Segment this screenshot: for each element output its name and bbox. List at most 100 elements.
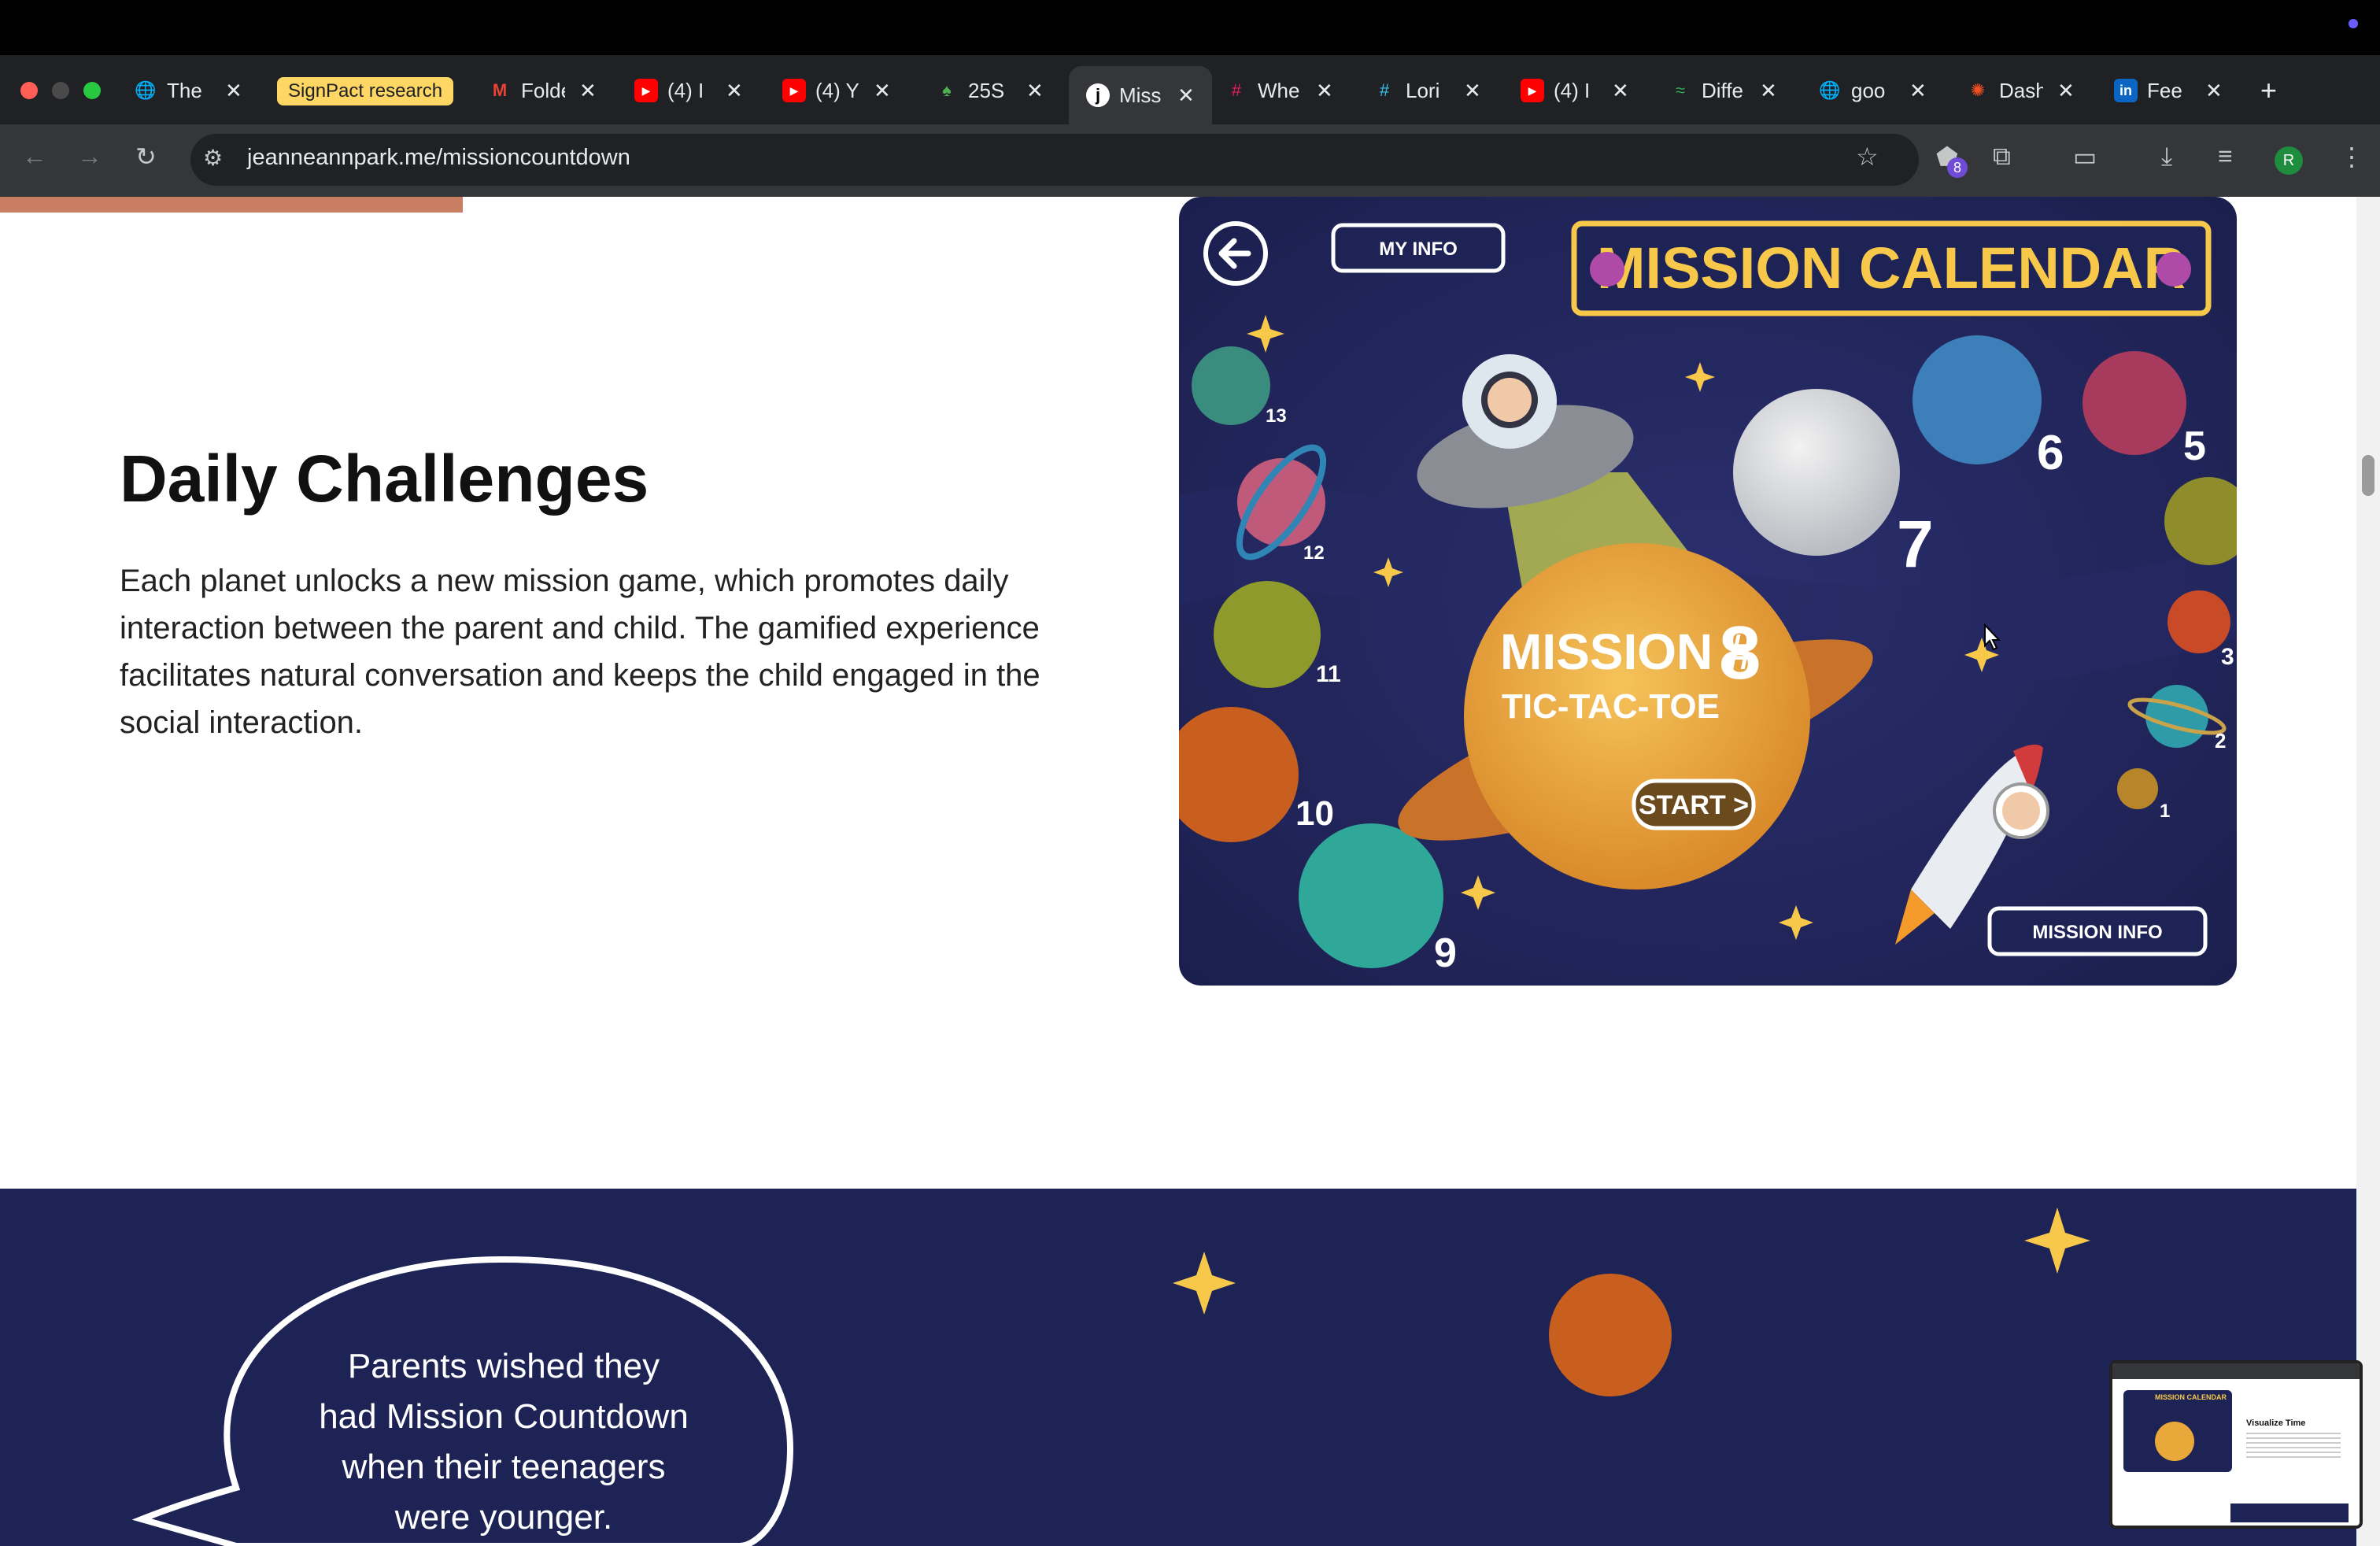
close-tab-icon[interactable]: ✕ — [1464, 79, 1481, 103]
planet-number: 11 — [1316, 661, 1341, 687]
tab-title: Diffe — [1702, 78, 1743, 102]
profile-avatar[interactable]: R — [2275, 146, 2303, 175]
site-info-icon[interactable]: ⚙ — [203, 145, 223, 171]
tab-title: The — [167, 78, 202, 102]
close-tab-icon[interactable]: ✕ — [2057, 79, 2075, 103]
tab-title: (4) I — [1554, 78, 1591, 102]
tab-title: 25S — [968, 78, 1005, 102]
tab-11[interactable]: ≈ Diffe ✕ — [1669, 66, 1777, 115]
close-tab-icon[interactable]: ✕ — [1316, 79, 1333, 103]
tab-1[interactable]: 🌐 The ✕ — [134, 66, 242, 115]
tab-title: (4) I — [667, 78, 704, 102]
youtube-icon: ▶ — [1521, 79, 1544, 102]
tab-8[interactable]: # Whe ✕ — [1225, 66, 1333, 115]
accent-bar — [0, 197, 463, 213]
tab-title: goo — [1851, 78, 1886, 102]
planet-ring-icon — [1590, 252, 1624, 287]
scrollbar-thumb[interactable] — [2362, 455, 2374, 496]
planet-number: 10 — [1295, 794, 1334, 833]
child-avatar — [1488, 378, 1532, 422]
close-tab-icon[interactable]: ✕ — [726, 79, 743, 103]
scrollbar[interactable] — [2356, 197, 2380, 1546]
pip-title: MISSION CALENDAR — [2155, 1393, 2227, 1401]
tab-3[interactable]: M Folde ✕ — [488, 66, 597, 115]
close-tab-icon[interactable]: ✕ — [2205, 79, 2223, 103]
tab-13[interactable]: ✺ Dash ✕ — [1966, 66, 2075, 115]
puzzle-icon[interactable]: ⧉ — [1993, 142, 2011, 172]
planet-2 — [2145, 685, 2208, 748]
orange-planet — [1549, 1274, 1672, 1396]
planet-13 — [1192, 346, 1270, 425]
page-content: Daily Challenges Each planet unlocks a n… — [0, 197, 2356, 1546]
my-info-button[interactable]: MY INFO — [1331, 223, 1506, 273]
tab-title: Folde — [521, 78, 565, 102]
youtube-icon: ▶ — [782, 79, 806, 102]
back-icon[interactable]: ← — [22, 142, 47, 171]
mission-game-name: TIC-TAC-TOE — [1502, 687, 1720, 726]
planet-number: 9 — [1434, 930, 1457, 976]
pip-dark-section — [2230, 1503, 2349, 1522]
close-tab-icon[interactable]: ✕ — [1177, 83, 1195, 108]
close-window-button[interactable] — [20, 82, 38, 99]
quote-line: Parents wished they — [347, 1347, 660, 1385]
tab-search-icon[interactable]: ▭ — [2073, 142, 2097, 172]
close-tab-icon[interactable]: ✕ — [1612, 79, 1629, 103]
tab-4[interactable]: ▶ (4) I ✕ — [634, 66, 743, 115]
close-tab-icon[interactable]: ✕ — [1909, 79, 1927, 103]
linkedin-icon: in — [2114, 79, 2138, 102]
testimonial-quote: Parents wished they had Mission Countdow… — [268, 1341, 740, 1543]
globe-icon: 🌐 — [1819, 80, 1841, 100]
mission-info-button[interactable]: MISSION INFO — [1987, 906, 2208, 956]
close-tab-icon[interactable]: ✕ — [1026, 79, 1044, 103]
mission-number: 8 — [1719, 611, 1761, 695]
quote-line: when their teenagers — [342, 1448, 666, 1486]
tab-title: (4) Y — [815, 78, 859, 102]
pip-thumbnail[interactable]: MISSION CALENDAR Visualize Time — [2109, 1360, 2363, 1529]
zoom-window-button[interactable] — [83, 82, 101, 99]
tab-10[interactable]: ▶ (4) I ✕ — [1521, 66, 1629, 115]
download-icon[interactable]: ⤓ — [2161, 142, 2172, 172]
planet-number: 2 — [2215, 729, 2226, 753]
url-text[interactable]: jeanneannpark.me/missioncountdown — [247, 145, 630, 171]
j-icon: j — [1086, 83, 1110, 107]
forward-icon[interactable]: → — [77, 142, 102, 171]
tab-group-label[interactable]: SignPact research — [277, 77, 454, 105]
tab-6[interactable]: ♠ 25S ✕ — [935, 66, 1044, 115]
start-label: START > — [1639, 790, 1749, 820]
close-tab-icon[interactable]: ✕ — [1760, 79, 1777, 103]
tab-12[interactable]: 🌐 goo ✕ — [1818, 66, 1927, 115]
minimize-window-button[interactable] — [52, 82, 69, 99]
mission-label: MISSION # — [1500, 623, 1755, 680]
pip-toolbar — [2112, 1363, 2360, 1379]
tab-9[interactable]: # Lori ✕ — [1373, 66, 1481, 115]
tab-title: Miss — [1119, 83, 1162, 107]
reload-icon[interactable]: ↻ — [135, 142, 157, 172]
macos-menubar — [0, 0, 2380, 55]
planet-number: 7 — [1897, 507, 1934, 581]
app-title: MISSION CALENDAR — [1597, 235, 2186, 301]
tab-title: Lori — [1406, 78, 1440, 102]
tab-7-active[interactable]: j Miss ✕ — [1069, 66, 1212, 124]
new-tab-button[interactable]: + — [2260, 66, 2277, 115]
close-tab-icon[interactable]: ✕ — [579, 79, 597, 103]
close-tab-icon[interactable]: ✕ — [874, 79, 891, 103]
menu-dots-icon[interactable]: ⋮ — [2339, 142, 2364, 172]
extension-badge: 8 — [1947, 157, 1968, 178]
gmail-icon: M — [492, 80, 508, 100]
mouse-cursor-icon — [1984, 623, 2001, 651]
media-control-icon[interactable]: ≡ — [2218, 142, 2233, 171]
planet-6 — [1913, 335, 2042, 464]
planet-number: 1 — [2160, 801, 2170, 822]
planet-1 — [2117, 768, 2158, 809]
quote-line: were younger. — [394, 1498, 613, 1537]
close-tab-icon[interactable]: ✕ — [225, 79, 242, 103]
leaf-icon: ♠ — [942, 80, 952, 100]
planet-number: 12 — [1303, 542, 1325, 564]
planet-number: 3 — [2221, 644, 2234, 670]
mission-calendar-screenshot: MY INFO MISSION CALENDAR 13 12 11 10 9 M… — [1179, 197, 2237, 986]
tab-5[interactable]: ▶ (4) Y ✕ — [782, 66, 891, 115]
bookmark-star-icon[interactable]: ☆ — [1856, 142, 1879, 172]
tab-14[interactable]: in Fee ✕ — [2114, 66, 2223, 115]
start-button[interactable]: START > — [1632, 779, 1756, 830]
mission-calendar-title: MISSION CALENDAR — [1571, 220, 2212, 316]
